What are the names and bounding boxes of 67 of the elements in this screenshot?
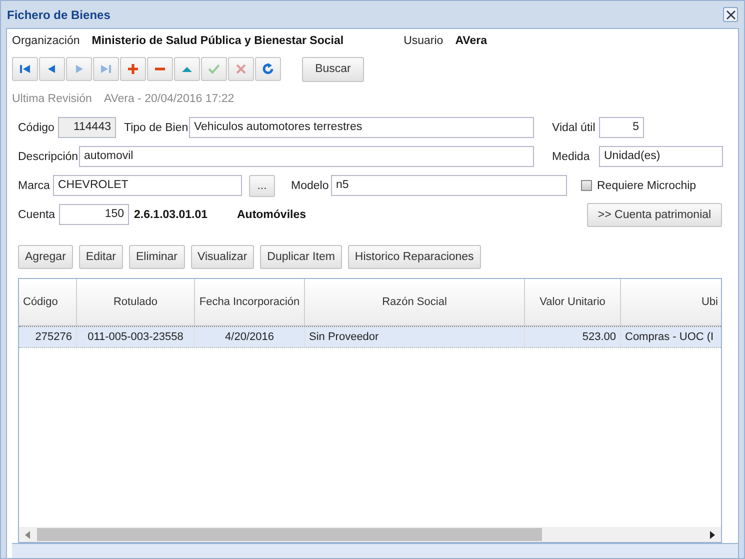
column-header[interactable]: Código [19, 279, 77, 325]
action-button[interactable]: Editar [78, 245, 123, 269]
scroll-left-icon[interactable] [25, 530, 31, 538]
up-button[interactable] [174, 57, 200, 81]
column-header[interactable]: Ubi [621, 279, 721, 325]
table-cell: Sin Proveedor [305, 327, 525, 347]
organization-value: Ministerio de Salud Pública y Bienestar Social [92, 35, 344, 47]
scrollbar-thumb[interactable] [37, 528, 542, 541]
brand-field[interactable]: CHEVROLET [53, 175, 242, 196]
organization-label: Organización [12, 35, 80, 47]
model-label: Modelo [291, 180, 330, 192]
first-icon [18, 63, 32, 75]
account-code: 2.6.1.03.01.01 [134, 208, 209, 220]
column-header[interactable]: Razón Social [305, 279, 525, 325]
measure-field[interactable]: Unidad(es) [599, 146, 723, 167]
account-label: Cuenta [18, 208, 56, 220]
user-label: Usuario [404, 35, 444, 47]
asset-type-field[interactable]: Vehiculos automotores terrestres [189, 117, 534, 138]
user-value: AVera [455, 35, 487, 47]
prev-button[interactable] [39, 57, 65, 81]
table-cell: 4/20/2016 [195, 327, 305, 347]
account-field[interactable]: 150 [59, 204, 129, 225]
add-button[interactable] [120, 57, 146, 81]
window-title: Fichero de Bienes [7, 8, 110, 22]
microchip-checkbox[interactable] [581, 180, 592, 191]
code-field: 114443 [58, 117, 116, 138]
cancel-icon [234, 63, 248, 75]
column-header[interactable]: Valor Unitario [525, 279, 621, 325]
horizontal-scrollbar[interactable] [19, 527, 721, 542]
table-cell: 523.00 [525, 327, 621, 347]
action-button[interactable]: Visualizar [190, 245, 254, 269]
close-button[interactable] [723, 7, 738, 22]
action-button[interactable]: Eliminar [128, 245, 185, 269]
table-cell: 011-005-003-23558 [77, 327, 195, 347]
action-button[interactable]: Agregar [18, 245, 73, 269]
brand-picker-button[interactable]: ... [249, 174, 275, 196]
revision-label: Ultima Revisión [12, 93, 92, 105]
table-cell: Compras - UOC (I [621, 327, 721, 347]
column-header[interactable]: Fecha Incorporación [195, 279, 305, 325]
column-header[interactable]: Rotulado [77, 279, 195, 325]
close-icon [726, 10, 736, 20]
refresh-icon [261, 63, 275, 75]
useful-life-field[interactable]: 5 [599, 117, 644, 138]
refresh-button[interactable] [255, 57, 281, 81]
scroll-right-icon[interactable] [709, 530, 715, 538]
model-field[interactable]: n5 [331, 175, 567, 196]
asset-type-label: Tipo de Bien [124, 122, 189, 134]
description-field[interactable]: automovil [79, 146, 534, 167]
table-cell: 275276 [19, 327, 77, 347]
last-icon [99, 63, 113, 75]
remove-button[interactable] [147, 57, 173, 81]
revision-value: AVera - 20/04/2016 17:22 [104, 93, 234, 105]
action-button[interactable]: Historico Reparaciones [348, 245, 481, 269]
useful-life-label: Vidal útil [552, 122, 596, 134]
code-label: Código [18, 122, 56, 134]
add-icon [126, 63, 140, 75]
first-button[interactable] [12, 57, 38, 81]
account-name: Automóviles [237, 208, 306, 220]
accept-icon [207, 63, 221, 75]
action-button[interactable]: Duplicar Item [260, 245, 342, 269]
search-button[interactable]: Buscar [302, 56, 364, 82]
brand-label: Marca [18, 180, 51, 192]
account-button[interactable]: >> Cuenta patrimonial [587, 202, 722, 226]
description-label: Descripción [18, 150, 79, 162]
measure-label: Medida [552, 150, 591, 162]
microchip-label: Requiere Microchip [597, 180, 696, 192]
table-row[interactable]: 275276 011-005-003-23558 4/20/2016 Sin Proveedor 523.00 Compras - UOC (I [19, 326, 721, 348]
